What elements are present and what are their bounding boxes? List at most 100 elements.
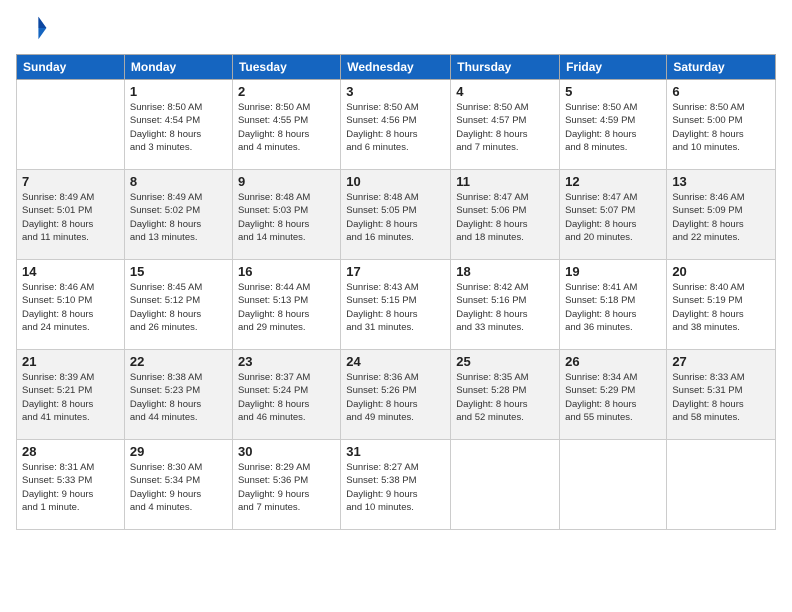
calendar-cell: 30 Sunrise: 8:29 AM Sunset: 5:36 PM Dayli… [232, 440, 340, 530]
calendar-cell: 11 Sunrise: 8:47 AM Sunset: 5:06 PM Dayli… [451, 170, 560, 260]
calendar-cell: 17 Sunrise: 8:43 AM Sunset: 5:15 PM Dayli… [341, 260, 451, 350]
calendar-cell: 4 Sunrise: 8:50 AM Sunset: 4:57 PM Daylig… [451, 80, 560, 170]
day-number: 18 [456, 264, 554, 279]
weekday-header: Friday [560, 55, 667, 80]
day-number: 27 [672, 354, 770, 369]
calendar-week-row: 7 Sunrise: 8:49 AM Sunset: 5:01 PM Daylig… [17, 170, 776, 260]
calendar-cell: 28 Sunrise: 8:31 AM Sunset: 5:33 PM Dayli… [17, 440, 125, 530]
day-info: Sunrise: 8:50 AM Sunset: 4:55 PM Dayligh… [238, 101, 335, 154]
calendar-cell: 2 Sunrise: 8:50 AM Sunset: 4:55 PM Daylig… [232, 80, 340, 170]
day-number: 30 [238, 444, 335, 459]
logo-icon [16, 12, 48, 44]
calendar-cell: 25 Sunrise: 8:35 AM Sunset: 5:28 PM Dayli… [451, 350, 560, 440]
day-number: 12 [565, 174, 661, 189]
day-info: Sunrise: 8:39 AM Sunset: 5:21 PM Dayligh… [22, 371, 119, 424]
day-info: Sunrise: 8:36 AM Sunset: 5:26 PM Dayligh… [346, 371, 445, 424]
day-info: Sunrise: 8:49 AM Sunset: 5:01 PM Dayligh… [22, 191, 119, 244]
day-info: Sunrise: 8:50 AM Sunset: 4:57 PM Dayligh… [456, 101, 554, 154]
day-info: Sunrise: 8:33 AM Sunset: 5:31 PM Dayligh… [672, 371, 770, 424]
calendar-cell: 1 Sunrise: 8:50 AM Sunset: 4:54 PM Daylig… [124, 80, 232, 170]
day-info: Sunrise: 8:31 AM Sunset: 5:33 PM Dayligh… [22, 461, 119, 514]
day-info: Sunrise: 8:49 AM Sunset: 5:02 PM Dayligh… [130, 191, 227, 244]
day-info: Sunrise: 8:50 AM Sunset: 4:59 PM Dayligh… [565, 101, 661, 154]
day-number: 23 [238, 354, 335, 369]
day-info: Sunrise: 8:41 AM Sunset: 5:18 PM Dayligh… [565, 281, 661, 334]
calendar-cell: 13Sunrise: 8:46 AM Sunset: 5:09 PM Dayli… [667, 170, 776, 260]
weekday-header: Wednesday [341, 55, 451, 80]
day-number: 22 [130, 354, 227, 369]
calendar-cell [451, 440, 560, 530]
day-info: Sunrise: 8:29 AM Sunset: 5:36 PM Dayligh… [238, 461, 335, 514]
day-info: Sunrise: 8:42 AM Sunset: 5:16 PM Dayligh… [456, 281, 554, 334]
calendar-cell: 5 Sunrise: 8:50 AM Sunset: 4:59 PM Daylig… [560, 80, 667, 170]
day-number: 17 [346, 264, 445, 279]
day-number: 25 [456, 354, 554, 369]
calendar-cell: 18 Sunrise: 8:42 AM Sunset: 5:16 PM Dayli… [451, 260, 560, 350]
day-info: Sunrise: 8:46 AM Sunset: 5:09 PM Dayligh… [672, 191, 770, 244]
page-container: SundayMondayTuesdayWednesdayThursdayFrid… [0, 0, 792, 612]
day-info: Sunrise: 8:46 AM Sunset: 5:10 PM Dayligh… [22, 281, 119, 334]
calendar-cell: 24 Sunrise: 8:36 AM Sunset: 5:26 PM Dayli… [341, 350, 451, 440]
day-number: 9 [238, 174, 335, 189]
calendar-cell: 8 Sunrise: 8:49 AM Sunset: 5:02 PM Daylig… [124, 170, 232, 260]
day-info: Sunrise: 8:48 AM Sunset: 5:05 PM Dayligh… [346, 191, 445, 244]
calendar-cell: 22 Sunrise: 8:38 AM Sunset: 5:23 PM Dayli… [124, 350, 232, 440]
calendar-cell: 10 Sunrise: 8:48 AM Sunset: 5:05 PM Dayli… [341, 170, 451, 260]
weekday-header: Saturday [667, 55, 776, 80]
day-number: 28 [22, 444, 119, 459]
day-info: Sunrise: 8:48 AM Sunset: 5:03 PM Dayligh… [238, 191, 335, 244]
calendar-cell: 7 Sunrise: 8:49 AM Sunset: 5:01 PM Daylig… [17, 170, 125, 260]
day-number: 2 [238, 84, 335, 99]
day-number: 4 [456, 84, 554, 99]
day-info: Sunrise: 8:50 AM Sunset: 4:54 PM Dayligh… [130, 101, 227, 154]
calendar-week-row: 14 Sunrise: 8:46 AM Sunset: 5:10 PM Dayli… [17, 260, 776, 350]
day-number: 15 [130, 264, 227, 279]
calendar-week-row: 1 Sunrise: 8:50 AM Sunset: 4:54 PM Daylig… [17, 80, 776, 170]
calendar-cell [17, 80, 125, 170]
logo [16, 12, 52, 44]
day-number: 24 [346, 354, 445, 369]
calendar-cell: 14 Sunrise: 8:46 AM Sunset: 5:10 PM Dayli… [17, 260, 125, 350]
day-number: 10 [346, 174, 445, 189]
calendar-cell: 16 Sunrise: 8:44 AM Sunset: 5:13 PM Dayli… [232, 260, 340, 350]
header-row: SundayMondayTuesdayWednesdayThursdayFrid… [17, 55, 776, 80]
calendar-cell: 26Sunrise: 8:34 AM Sunset: 5:29 PM Dayli… [560, 350, 667, 440]
day-info: Sunrise: 8:35 AM Sunset: 5:28 PM Dayligh… [456, 371, 554, 424]
calendar-cell: 23Sunrise: 8:37 AM Sunset: 5:24 PM Dayli… [232, 350, 340, 440]
calendar-cell: 31Sunrise: 8:27 AM Sunset: 5:38 PM Dayli… [341, 440, 451, 530]
weekday-header: Monday [124, 55, 232, 80]
header [16, 12, 776, 44]
weekday-header: Thursday [451, 55, 560, 80]
day-info: Sunrise: 8:45 AM Sunset: 5:12 PM Dayligh… [130, 281, 227, 334]
day-number: 16 [238, 264, 335, 279]
calendar-cell: 20Sunrise: 8:40 AM Sunset: 5:19 PM Dayli… [667, 260, 776, 350]
day-number: 11 [456, 174, 554, 189]
calendar-cell [667, 440, 776, 530]
calendar-cell: 27 Sunrise: 8:33 AM Sunset: 5:31 PM Dayli… [667, 350, 776, 440]
day-number: 3 [346, 84, 445, 99]
day-info: Sunrise: 8:38 AM Sunset: 5:23 PM Dayligh… [130, 371, 227, 424]
calendar-cell [560, 440, 667, 530]
calendar-cell: 3Sunrise: 8:50 AM Sunset: 4:56 PM Daylig… [341, 80, 451, 170]
calendar-week-row: 21 Sunrise: 8:39 AM Sunset: 5:21 PM Dayli… [17, 350, 776, 440]
day-number: 1 [130, 84, 227, 99]
day-number: 21 [22, 354, 119, 369]
calendar-table: SundayMondayTuesdayWednesdayThursdayFrid… [16, 54, 776, 530]
day-info: Sunrise: 8:44 AM Sunset: 5:13 PM Dayligh… [238, 281, 335, 334]
day-number: 19 [565, 264, 661, 279]
day-number: 14 [22, 264, 119, 279]
calendar-cell: 6 Sunrise: 8:50 AM Sunset: 5:00 PM Daylig… [667, 80, 776, 170]
day-info: Sunrise: 8:47 AM Sunset: 5:07 PM Dayligh… [565, 191, 661, 244]
day-info: Sunrise: 8:50 AM Sunset: 5:00 PM Dayligh… [672, 101, 770, 154]
day-number: 8 [130, 174, 227, 189]
calendar-cell: 9 Sunrise: 8:48 AM Sunset: 5:03 PM Daylig… [232, 170, 340, 260]
calendar-week-row: 28 Sunrise: 8:31 AM Sunset: 5:33 PM Dayli… [17, 440, 776, 530]
day-info: Sunrise: 8:34 AM Sunset: 5:29 PM Dayligh… [565, 371, 661, 424]
calendar-cell: 21 Sunrise: 8:39 AM Sunset: 5:21 PM Dayli… [17, 350, 125, 440]
day-info: Sunrise: 8:47 AM Sunset: 5:06 PM Dayligh… [456, 191, 554, 244]
day-info: Sunrise: 8:30 AM Sunset: 5:34 PM Dayligh… [130, 461, 227, 514]
day-number: 5 [565, 84, 661, 99]
day-info: Sunrise: 8:43 AM Sunset: 5:15 PM Dayligh… [346, 281, 445, 334]
day-number: 6 [672, 84, 770, 99]
day-number: 7 [22, 174, 119, 189]
